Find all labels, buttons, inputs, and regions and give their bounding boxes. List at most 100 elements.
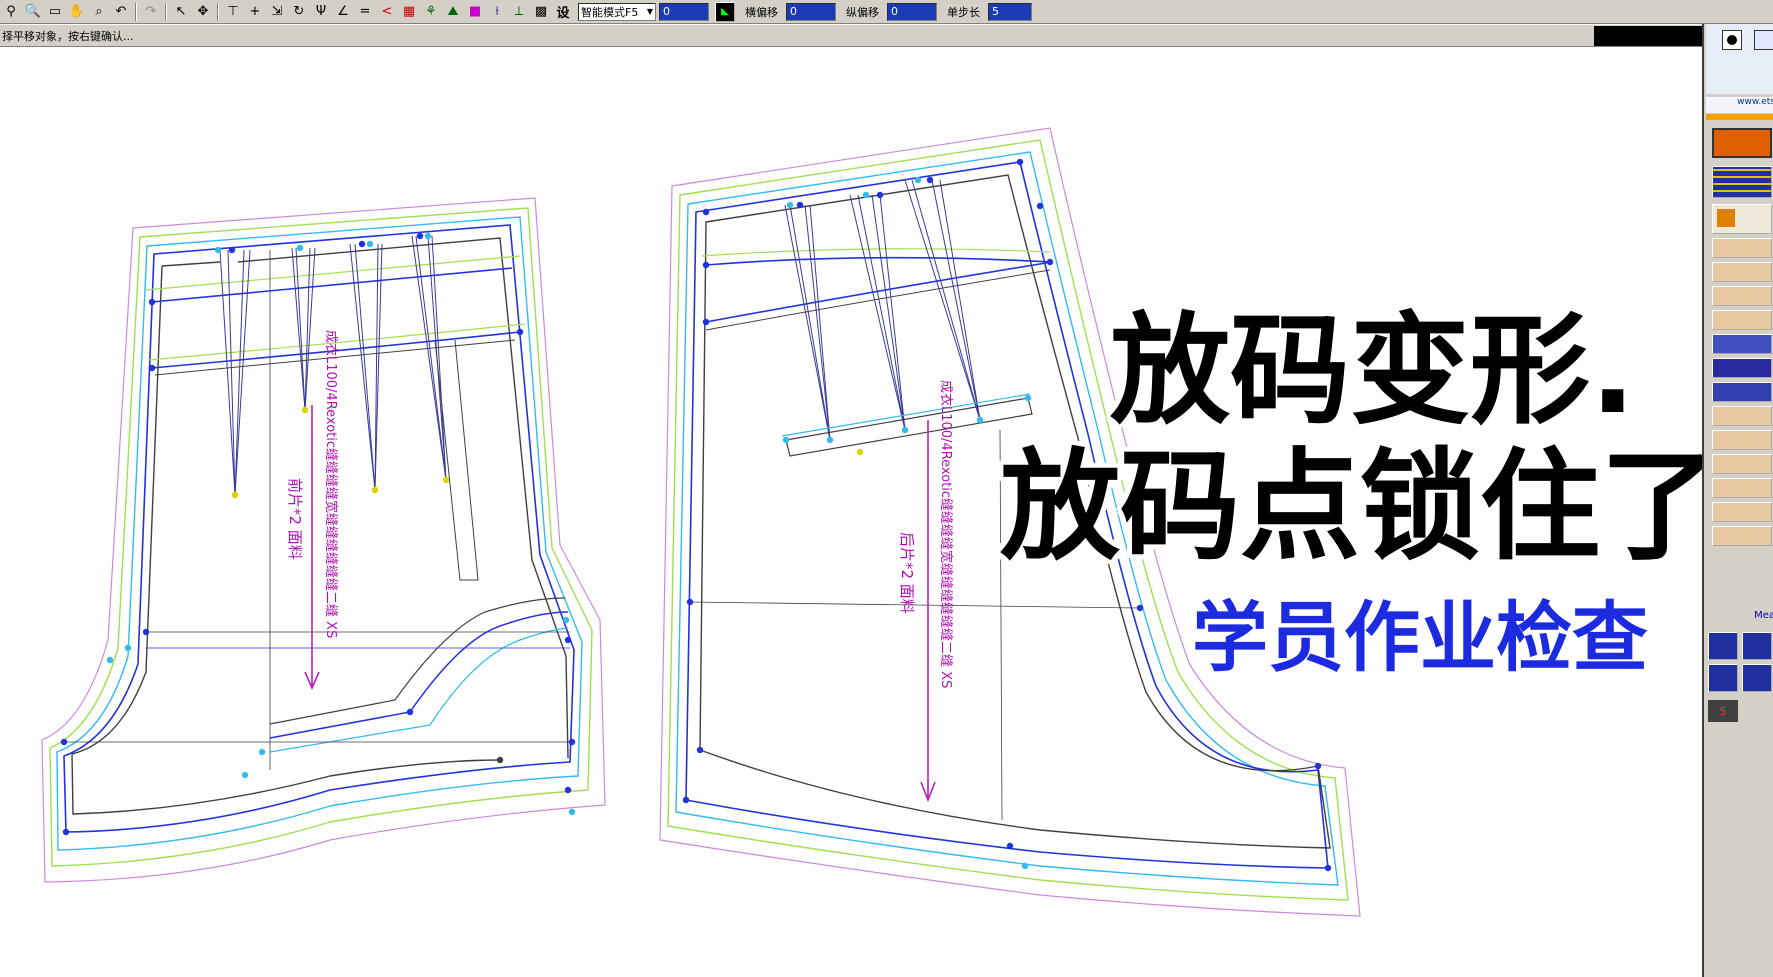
- grade-point[interactable]: [296, 244, 304, 252]
- parallel-icon[interactable]: =: [356, 3, 374, 21]
- redo-icon[interactable]: ↷: [142, 3, 160, 21]
- nav-tool-4-button[interactable]: [1742, 664, 1772, 692]
- curve-view-icon[interactable]: [1754, 30, 1773, 50]
- grade-point[interactable]: [416, 232, 424, 240]
- select-arrow-icon[interactable]: ↖: [172, 3, 190, 21]
- measure-tab[interactable]: Mea: [1706, 610, 1773, 624]
- grade-point[interactable]: [1006, 842, 1014, 850]
- grade-point[interactable]: [876, 191, 884, 199]
- notch-icon[interactable]: ⚘: [422, 3, 440, 21]
- grade-point[interactable]: [826, 436, 834, 444]
- grade-point[interactable]: [241, 771, 249, 779]
- grade-point[interactable]: [228, 246, 236, 254]
- grade-point[interactable]: [702, 208, 710, 216]
- rotate-icon[interactable]: ↻: [290, 3, 308, 21]
- grade-point[interactable]: [782, 436, 790, 444]
- grade-point[interactable]: [496, 756, 504, 764]
- grade-point[interactable]: [702, 318, 710, 326]
- offset-value-field[interactable]: 0: [659, 2, 709, 21]
- line-tool-12-button[interactable]: [1712, 502, 1772, 522]
- size-indicator[interactable]: 5: [1708, 700, 1738, 722]
- hand-icon[interactable]: ✋: [68, 3, 86, 21]
- grid-icon[interactable]: ▩: [532, 3, 550, 21]
- window-icon[interactable]: ▭: [46, 3, 64, 21]
- scale-icon[interactable]: ⇲: [268, 3, 286, 21]
- line-tool-3-button[interactable]: [1712, 286, 1772, 306]
- grade-point[interactable]: [62, 828, 70, 836]
- align-icon[interactable]: ⊤: [224, 3, 242, 21]
- fork-icon[interactable]: Ψ: [312, 3, 330, 21]
- nav-tool-2-button[interactable]: [1742, 632, 1772, 660]
- line-tool-7-button[interactable]: [1712, 382, 1772, 402]
- grade-point[interactable]: [366, 240, 374, 248]
- color-icon[interactable]: ■: [466, 3, 484, 21]
- grade-point[interactable]: [148, 298, 156, 306]
- xy-tool-button[interactable]: [1712, 204, 1772, 234]
- nav-tool-1-button[interactable]: [1708, 632, 1738, 660]
- grade-point[interactable]: [856, 448, 864, 456]
- grade-point[interactable]: [301, 406, 309, 414]
- grade-point[interactable]: [142, 628, 150, 636]
- offset-y-input[interactable]: 0: [887, 2, 937, 21]
- line-tool-9-button[interactable]: [1712, 430, 1772, 450]
- grade-point[interactable]: [696, 746, 704, 754]
- grade-icon[interactable]: ⛰: [444, 3, 462, 21]
- grade-point[interactable]: [564, 636, 572, 644]
- nav-tool-3-button[interactable]: [1708, 664, 1738, 692]
- grade-point[interactable]: [686, 598, 694, 606]
- grade-point[interactable]: [562, 616, 570, 624]
- hatch-icon[interactable]: ▦: [400, 3, 418, 21]
- line-tool-6-button[interactable]: [1712, 358, 1772, 378]
- curve-tool-icon[interactable]: <: [378, 3, 396, 21]
- grade-point[interactable]: [1324, 864, 1332, 872]
- grade-point[interactable]: [424, 232, 432, 240]
- grade-point[interactable]: [148, 364, 156, 372]
- offset-x-input[interactable]: 0: [786, 2, 836, 21]
- grade-point[interactable]: [214, 246, 222, 254]
- line-tool-10-button[interactable]: [1712, 454, 1772, 474]
- grade-point[interactable]: [976, 416, 984, 424]
- move-icon[interactable]: ✥: [194, 3, 212, 21]
- mode-select[interactable]: 智能模式F5 ▼: [578, 2, 656, 21]
- grade-point[interactable]: [1021, 862, 1029, 870]
- grade-point[interactable]: [682, 796, 690, 804]
- grade-point[interactable]: [406, 708, 414, 716]
- grade-point[interactable]: [862, 191, 870, 199]
- grade-point[interactable]: [786, 201, 794, 209]
- grade-point[interactable]: [901, 426, 909, 434]
- apply-icon[interactable]: ◣: [715, 1, 735, 22]
- grade-point[interactable]: [1314, 762, 1322, 770]
- grade-point[interactable]: [231, 491, 239, 499]
- line-tool-1-button[interactable]: [1712, 238, 1772, 258]
- piece-tool-button[interactable]: [1712, 128, 1772, 158]
- line-tool-13-button[interactable]: [1712, 526, 1772, 546]
- grade-point[interactable]: [702, 261, 710, 269]
- zoom-out-icon[interactable]: ⌕: [90, 3, 108, 21]
- split-icon[interactable]: ⟂: [510, 3, 528, 21]
- angle-icon[interactable]: ∠: [334, 3, 352, 21]
- grade-point[interactable]: [516, 328, 524, 336]
- grade-point[interactable]: [914, 176, 922, 184]
- camera-icon[interactable]: [1722, 30, 1742, 50]
- grade-point[interactable]: [371, 486, 379, 494]
- line-tool-2-button[interactable]: [1712, 262, 1772, 282]
- grade-point[interactable]: [358, 240, 366, 248]
- settings-icon[interactable]: 设: [554, 3, 572, 21]
- grade-point[interactable]: [124, 644, 132, 652]
- line-tool-5-button[interactable]: [1712, 334, 1772, 354]
- grade-point[interactable]: [568, 738, 576, 746]
- grade-point[interactable]: [106, 656, 114, 664]
- symmetry-icon[interactable]: ⟊: [488, 3, 506, 21]
- line-tool-4-button[interactable]: [1712, 310, 1772, 330]
- grade-point[interactable]: [1024, 394, 1032, 402]
- grade-point[interactable]: [1046, 258, 1054, 266]
- grade-point[interactable]: [796, 201, 804, 209]
- grade-point[interactable]: [564, 786, 572, 794]
- grade-point[interactable]: [926, 176, 934, 184]
- line-tool-8-button[interactable]: [1712, 406, 1772, 426]
- cross-icon[interactable]: +: [246, 3, 264, 21]
- grade-point[interactable]: [60, 738, 68, 746]
- zoom-in-icon[interactable]: 🔍: [24, 3, 42, 21]
- undo-icon[interactable]: ↶: [112, 3, 130, 21]
- grade-point[interactable]: [1016, 158, 1024, 166]
